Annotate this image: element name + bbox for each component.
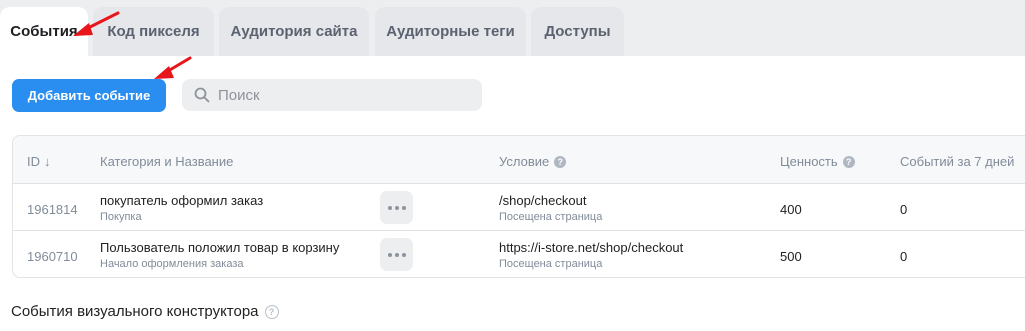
tab-bar: События Код пикселя Аудитория сайта Ауди… <box>0 0 1025 56</box>
event-condition-cell: /shop/checkout Посещена страница <box>499 193 602 223</box>
event-value: 400 <box>780 202 802 217</box>
event-count: 0 <box>900 202 908 217</box>
column-header-condition: Условие ? <box>499 154 567 169</box>
event-value: 500 <box>780 249 802 264</box>
tab-label: События <box>10 23 78 40</box>
tab-pixel-code[interactable]: Код пикселя <box>93 7 214 56</box>
event-name-cell: Пользователь положил товар в корзину Нач… <box>100 240 339 270</box>
more-options-button[interactable] <box>380 191 413 224</box>
event-name: покупатель оформил заказ <box>100 193 264 208</box>
dot <box>401 205 406 210</box>
table-row[interactable]: 1961814 покупатель оформил заказ Покупка… <box>13 184 1025 231</box>
tab-label: Код пикселя <box>107 23 200 40</box>
dot <box>401 252 406 257</box>
event-id: 1961814 <box>27 202 78 217</box>
event-count: 0 <box>900 249 908 264</box>
tab-access[interactable]: Доступы <box>531 7 624 56</box>
search-box[interactable] <box>182 79 482 111</box>
column-header-id[interactable]: ID ↓ <box>27 154 51 169</box>
table-row[interactable]: 1960710 Пользователь положил товар в кор… <box>13 231 1025 277</box>
event-category: Начало оформления заказа <box>100 258 244 270</box>
event-condition: https://i-store.net/shop/checkout <box>499 240 684 255</box>
event-name: Пользователь положил товар в корзину <box>100 240 340 255</box>
dot <box>387 252 392 257</box>
event-condition: /shop/checkout <box>499 193 587 208</box>
sort-arrow-icon: ↓ <box>44 154 51 169</box>
more-options-button[interactable] <box>380 238 413 271</box>
tab-label: Аудитория сайта <box>230 23 358 40</box>
event-condition-type: Посещена страница <box>499 258 603 270</box>
help-icon[interactable]: ? <box>554 155 567 168</box>
help-icon[interactable]: ? <box>842 155 855 168</box>
tab-site-audience[interactable]: Аудитория сайта <box>219 7 369 56</box>
event-name-cell: покупатель оформил заказ Покупка <box>100 193 263 223</box>
table-header: ID ↓ Категория и Название Условие ? Ценн… <box>13 136 1025 184</box>
column-header-count: Событий за 7 дней <box>900 154 1015 169</box>
help-icon[interactable]: ? <box>264 304 279 319</box>
search-input[interactable] <box>218 86 468 104</box>
event-id: 1960710 <box>27 249 78 264</box>
column-header-value: Ценность ? <box>780 154 855 169</box>
search-icon <box>194 87 210 103</box>
column-header-name: Категория и Название <box>100 154 234 169</box>
event-condition-cell: https://i-store.net/shop/checkout Посеще… <box>499 240 683 270</box>
tab-label: Доступы <box>544 23 611 40</box>
event-category: Покупка <box>100 211 142 223</box>
tab-label: Аудиторные теги <box>386 23 515 40</box>
event-condition-type: Посещена страница <box>499 211 603 223</box>
tab-events[interactable]: События <box>0 7 88 56</box>
add-event-button[interactable]: Добавить событие <box>12 79 166 112</box>
dot <box>394 205 399 210</box>
dot <box>387 205 392 210</box>
events-table: ID ↓ Категория и Название Условие ? Ценн… <box>12 135 1025 278</box>
visual-builder-section-title: События визуального конструктора ? <box>11 303 279 320</box>
dot <box>394 252 399 257</box>
tab-audience-tags[interactable]: Аудиторные теги <box>375 7 526 56</box>
